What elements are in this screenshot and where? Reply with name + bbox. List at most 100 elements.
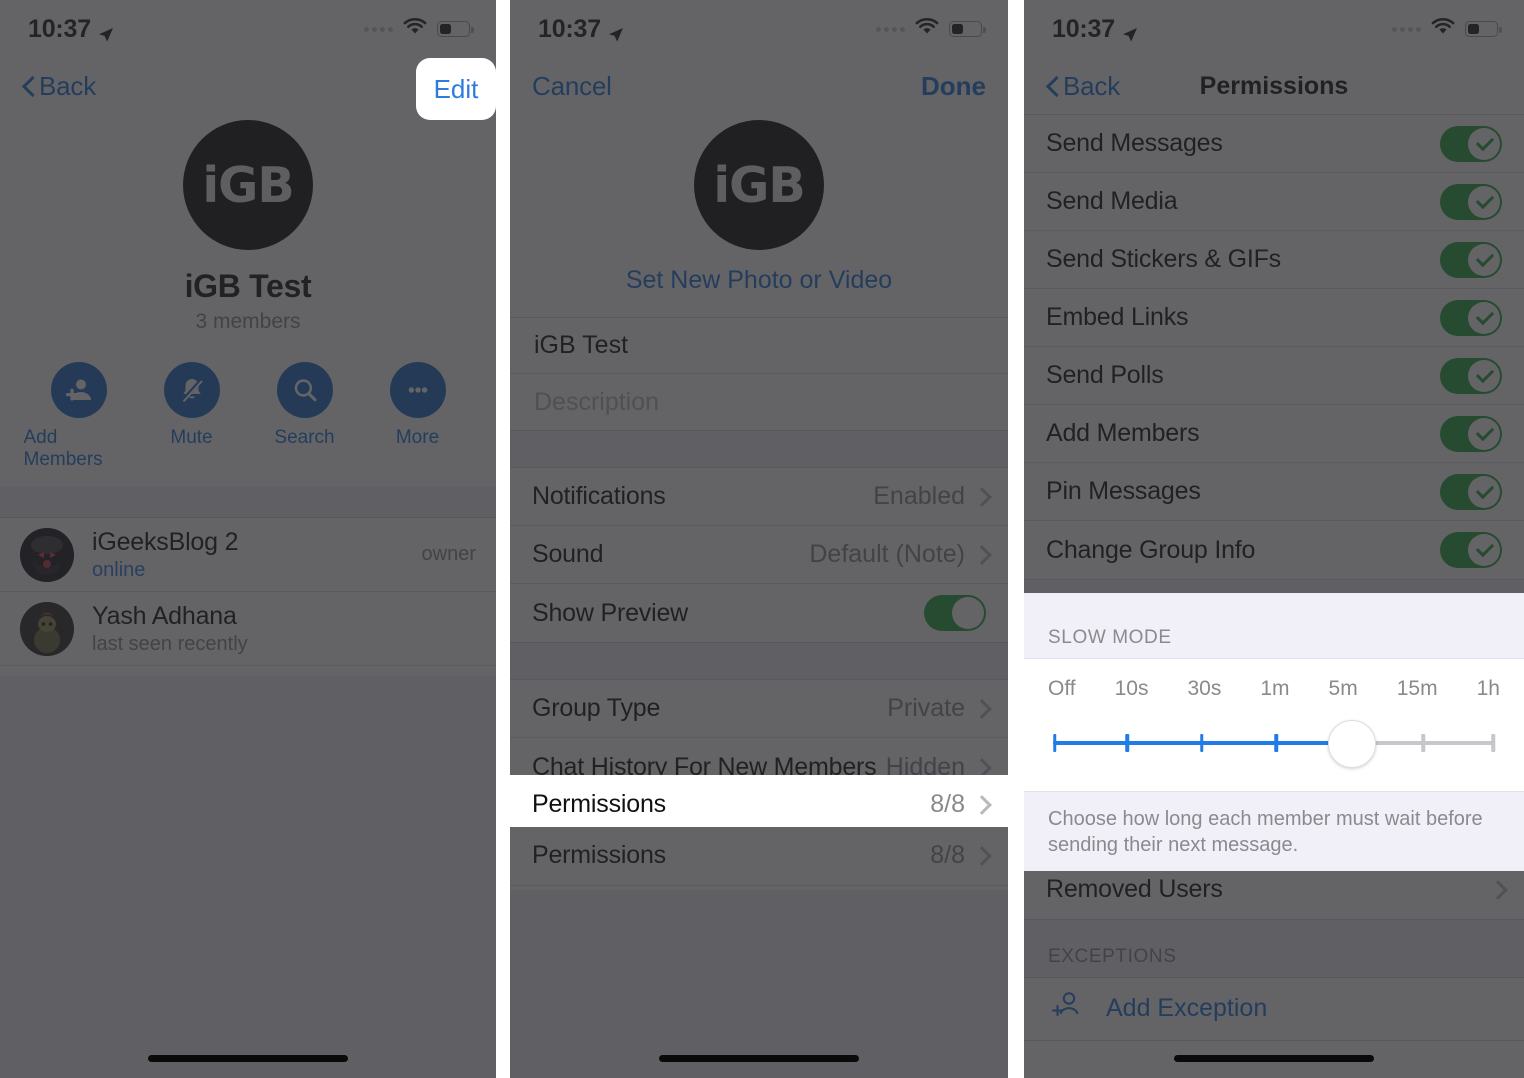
- action-more[interactable]: More: [363, 362, 473, 471]
- status-bar: 10:37: [0, 0, 496, 58]
- add-exception-button[interactable]: Add Exception: [1024, 977, 1524, 1040]
- chevron-right-icon: [975, 795, 986, 814]
- group-name-fields: iGB Test Description: [510, 317, 1008, 431]
- search-icon: [276, 362, 333, 418]
- permission-toggle[interactable]: [1440, 415, 1502, 452]
- permission-row-send-media[interactable]: Send Media: [1024, 173, 1524, 231]
- permission-row-add-members[interactable]: Add Members: [1024, 405, 1524, 463]
- chevron-right-icon: [975, 699, 986, 718]
- edit-button-label: Edit: [433, 73, 479, 104]
- tick-label-5m[interactable]: 5m: [1329, 677, 1358, 701]
- slider-tick-1m: [1274, 734, 1278, 752]
- tick-label-off[interactable]: Off: [1048, 677, 1076, 701]
- permission-toggle[interactable]: [1440, 299, 1502, 336]
- slider-tick-10s: [1125, 734, 1129, 752]
- action-more-label: More: [395, 427, 440, 448]
- permission-row-change-group-info[interactable]: Change Group Info: [1024, 521, 1524, 579]
- permission-row-send-stickers-gifs[interactable]: Send Stickers & GIFs: [1024, 231, 1524, 289]
- show-preview-toggle[interactable]: [924, 595, 986, 631]
- chevron-right-icon: [975, 758, 986, 777]
- action-mute[interactable]: Mute: [137, 362, 247, 471]
- group-description-input[interactable]: Description: [510, 374, 1008, 430]
- member-name: Yash Adhana: [92, 601, 237, 630]
- done-button[interactable]: Done: [921, 71, 986, 102]
- notifications-section: Notifications Enabled Sound Default (Not…: [510, 467, 1008, 643]
- tick-label-10s[interactable]: 10s: [1115, 677, 1149, 701]
- row-label: Add Members: [1046, 419, 1200, 447]
- group-name: iGB Test: [184, 268, 312, 304]
- permission-toggle[interactable]: [1440, 532, 1502, 568]
- edit-button[interactable]: Edit: [416, 58, 496, 120]
- permission-toggle[interactable]: [1440, 125, 1502, 162]
- row-label: Embed Links: [1046, 303, 1189, 331]
- cellular-dots-icon: [876, 26, 905, 32]
- back-button[interactable]: Back: [1046, 71, 1120, 102]
- cellular-dots-icon: [1392, 26, 1421, 32]
- member-role-badge: owner: [421, 543, 476, 565]
- row-permissions[interactable]: Permissions 8/8: [510, 775, 1008, 827]
- tick-label-30s[interactable]: 30s: [1187, 677, 1221, 701]
- group-avatar[interactable]: iGB: [694, 120, 824, 250]
- slow-mode-header: SLOW MODE: [1024, 593, 1524, 658]
- bell-slash-icon: [163, 362, 220, 418]
- member-name: iGeeksBlog 2: [92, 527, 239, 556]
- row-label: Send Media: [1046, 187, 1178, 215]
- slow-mode-card: Off 10s 30s 1m 5m 15m 1h: [1024, 658, 1524, 792]
- set-new-photo-link[interactable]: Set New Photo or Video: [510, 250, 1008, 317]
- back-button[interactable]: Back: [22, 71, 96, 102]
- add-exception-label: Add Exception: [1106, 994, 1268, 1023]
- status-bar-time: 10:37: [28, 14, 91, 43]
- action-add-members-label: Add Members: [23, 427, 103, 470]
- permission-toggle[interactable]: [1440, 183, 1502, 220]
- permission-row-send-polls[interactable]: Send Polls: [1024, 347, 1524, 405]
- section-gap: [510, 643, 1008, 679]
- avatar: [20, 601, 74, 656]
- row-value: 8/8: [930, 789, 965, 818]
- action-add-members[interactable]: Add Members: [24, 362, 134, 471]
- permission-row-embed-links[interactable]: Embed Links: [1024, 289, 1524, 347]
- wifi-icon: [1430, 17, 1456, 41]
- group-avatar[interactable]: iGB: [183, 120, 313, 250]
- permission-toggle[interactable]: [1440, 357, 1502, 394]
- tick-label-1m[interactable]: 1m: [1260, 677, 1289, 701]
- row-value: Enabled: [873, 482, 965, 510]
- phone-panel-permissions: 10:37 Back Permissions Send Messages Sen…: [1024, 0, 1524, 1078]
- done-button-label: Done: [921, 70, 986, 101]
- row-sound[interactable]: Sound Default (Note): [510, 526, 1008, 584]
- list-item[interactable]: iGeeksBlog 2 online owner: [0, 518, 496, 592]
- group-avatar-text: iGB: [202, 156, 294, 214]
- location-arrow-icon: [608, 21, 624, 42]
- permission-toggle[interactable]: [1440, 241, 1502, 278]
- row-label: Removed Users: [1046, 875, 1223, 904]
- tick-label-1h[interactable]: 1h: [1477, 677, 1500, 701]
- permission-toggle[interactable]: [1440, 473, 1502, 510]
- slow-mode-slider[interactable]: [1048, 713, 1500, 773]
- screenshot-stage: 10:37 Back iGB iGB Test 3 members Add Me…: [0, 0, 1524, 1078]
- list-item-text: iGeeksBlog 2 online: [92, 528, 238, 582]
- tick-label-15m[interactable]: 15m: [1397, 677, 1438, 701]
- chevron-left-icon: [1046, 75, 1059, 97]
- slow-mode-footer: Choose how long each member must wait be…: [1024, 792, 1524, 871]
- permission-row-pin-messages[interactable]: Pin Messages: [1024, 463, 1524, 521]
- permission-row-send-messages[interactable]: Send Messages: [1024, 115, 1524, 173]
- group-name-input[interactable]: iGB Test: [510, 318, 1008, 374]
- slider-knob[interactable]: [1327, 720, 1376, 768]
- row-permissions-underlay[interactable]: Permissions 8/8: [510, 826, 1008, 886]
- action-mute-label: Mute: [170, 427, 213, 448]
- chevron-left-icon: [22, 75, 35, 97]
- slow-mode-tick-labels: Off 10s 30s 1m 5m 15m 1h: [1048, 667, 1500, 701]
- row-group-type[interactable]: Group Type Private: [510, 680, 1008, 738]
- cancel-button[interactable]: Cancel: [532, 71, 612, 102]
- status-bar-time: 10:37: [538, 14, 601, 43]
- action-search[interactable]: Search: [250, 362, 360, 471]
- row-notifications[interactable]: Notifications Enabled: [510, 468, 1008, 526]
- group-avatar-text: iGB: [713, 156, 805, 214]
- status-bar: 10:37: [510, 0, 1008, 58]
- row-show-preview[interactable]: Show Preview: [510, 584, 1008, 642]
- section-gap: [0, 487, 496, 517]
- list-item[interactable]: Yash Adhana last seen recently: [0, 592, 496, 666]
- chevron-right-icon: [975, 545, 986, 564]
- status-bar-right: [364, 17, 474, 41]
- member-status: online: [92, 558, 146, 581]
- status-bar-right: [876, 17, 986, 41]
